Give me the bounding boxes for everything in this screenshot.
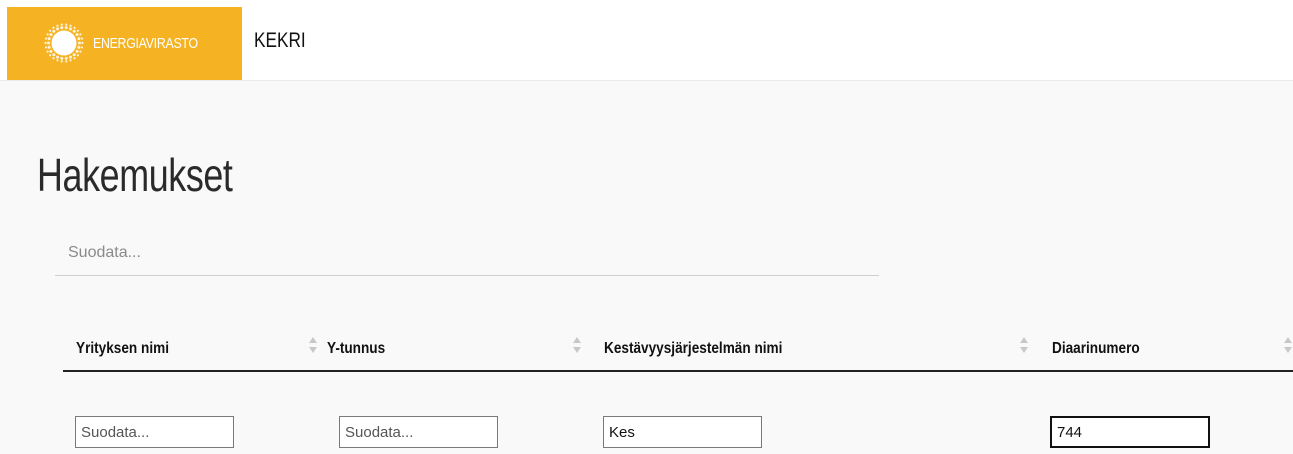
sort-icon[interactable] bbox=[1283, 336, 1293, 354]
column-header-sustainability-system-name[interactable]: Kestävyysjärjestelmän nimi bbox=[604, 330, 814, 368]
top-navigation-bar: ENERGIAVIRASTO KEKRI bbox=[0, 0, 1293, 81]
global-filter-input[interactable] bbox=[55, 230, 879, 276]
column-header-company-name[interactable]: Yrityksen nimi bbox=[76, 330, 185, 368]
brand-logo-link[interactable]: ENERGIAVIRASTO bbox=[7, 7, 242, 80]
column-header-business-id[interactable]: Y-tunnus bbox=[327, 330, 395, 368]
filter-diary-number-input[interactable] bbox=[1050, 416, 1210, 448]
column-label: Diaarinumero bbox=[1052, 340, 1140, 357]
energiavirasto-logo-icon bbox=[44, 23, 84, 63]
app-title[interactable]: KEKRI bbox=[254, 29, 306, 53]
sort-icon[interactable] bbox=[1019, 336, 1029, 354]
column-label: Kestävyysjärjestelmän nimi bbox=[604, 340, 783, 357]
filter-company-name-input[interactable] bbox=[75, 416, 234, 448]
page-title: Hakemukset bbox=[37, 149, 233, 201]
filter-business-id-input[interactable] bbox=[339, 416, 498, 448]
table-header-row: Yrityksen nimi Y-tunnus Kestävyysjärjest… bbox=[63, 330, 1293, 372]
column-header-diary-number[interactable]: Diaarinumero bbox=[1052, 330, 1155, 368]
sort-icon[interactable] bbox=[572, 336, 582, 354]
sort-icon[interactable] bbox=[308, 336, 318, 354]
brand-name: ENERGIAVIRASTO bbox=[93, 35, 198, 52]
column-label: Yrityksen nimi bbox=[76, 340, 169, 357]
column-label: Y-tunnus bbox=[327, 340, 386, 357]
filter-sustainability-system-input[interactable] bbox=[603, 416, 762, 448]
